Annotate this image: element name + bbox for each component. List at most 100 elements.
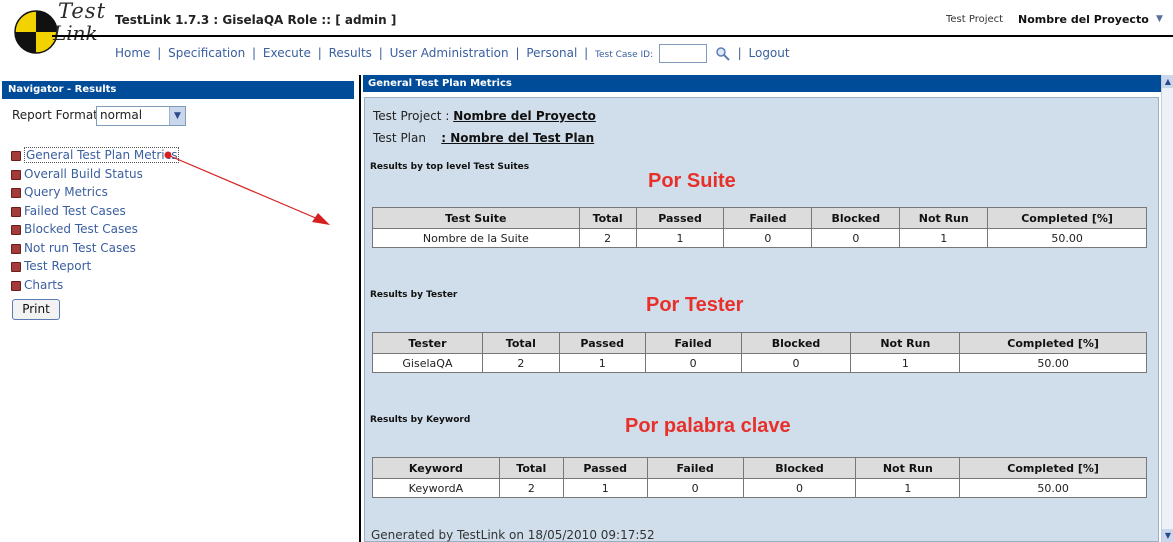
cell: 1 — [558, 353, 646, 373]
section-label-tester: Results by Tester — [370, 290, 458, 300]
cell: 1 — [855, 478, 961, 498]
header-divider — [52, 35, 1173, 37]
col-header: Blocked — [811, 207, 901, 229]
report-item-test-report[interactable]: Test Report — [11, 259, 179, 278]
report-item-charts[interactable]: Charts — [11, 278, 179, 297]
menu-user-administration[interactable]: User Administration — [390, 46, 509, 60]
col-header: Passed — [558, 332, 646, 354]
report-item-overall-build-status[interactable]: Overall Build Status — [11, 167, 179, 186]
generated-footer: Generated by TestLink on 18/05/2010 09:1… — [371, 528, 655, 542]
bullet-icon — [11, 151, 21, 161]
cell: 1 — [562, 478, 648, 498]
bullet-icon — [11, 188, 21, 198]
cell: 2 — [481, 353, 560, 373]
chevron-down-icon[interactable]: ▼ — [1156, 14, 1168, 28]
report-item-label: Blocked Test Cases — [24, 222, 138, 236]
table-header-row: Test Suite Total Passed Failed Blocked N… — [372, 207, 1147, 229]
report-item-not-run-test-cases[interactable]: Not run Test Cases — [11, 241, 179, 260]
report-format-label: Report Format — [12, 108, 98, 122]
col-header: Not Run — [899, 207, 989, 229]
col-header: Passed — [635, 207, 725, 229]
col-header: Not Run — [850, 332, 961, 354]
test-case-id-label: Test Case ID: — [595, 50, 654, 60]
cell: 0 — [740, 353, 852, 373]
report-item-label: Charts — [24, 277, 64, 292]
test-project-select[interactable]: Nombre del Proyecto — [1018, 13, 1149, 26]
table-header-row: Tester Total Passed Failed Blocked Not R… — [372, 332, 1147, 354]
test-case-id-input[interactable] — [658, 44, 707, 63]
cell: 0 — [646, 478, 744, 498]
table-row: GiselaQA 2 1 0 0 1 50.00 — [372, 353, 1147, 373]
col-header: Passed — [562, 457, 648, 479]
col-header: Failed — [644, 332, 742, 354]
col-header: Blocked — [742, 457, 857, 479]
menu-specification[interactable]: Specification — [168, 46, 245, 60]
section-label-keyword: Results by Keyword — [370, 415, 471, 425]
menu-personal[interactable]: Personal — [526, 46, 577, 60]
col-header: Completed [%] — [959, 332, 1147, 354]
search-icon[interactable] — [715, 46, 731, 62]
table-row: Nombre de la Suite 2 1 0 0 1 50.00 — [372, 228, 1147, 248]
col-header: Not Run — [855, 457, 961, 479]
menu-separator: | — [157, 46, 162, 60]
report-item-label: Test Report — [24, 259, 92, 273]
col-header: Tester — [372, 332, 483, 354]
testlink-logo[interactable]: Test Link — [8, 0, 113, 64]
cell: GiselaQA — [372, 353, 483, 373]
cell: 0 — [644, 353, 742, 373]
content-title: General Test Plan Metrics — [363, 75, 1161, 92]
report-item-label: Overall Build Status — [24, 166, 143, 181]
col-header: Failed — [723, 207, 813, 229]
cell: 50.00 — [959, 353, 1147, 373]
report-item-label: General Test Plan Metrics — [24, 147, 180, 163]
col-header: Total — [481, 332, 560, 354]
menu-separator: | — [584, 46, 589, 60]
scroll-down-icon[interactable]: ▼ — [1162, 529, 1173, 542]
test-project-row: Test Project : Nombre del Proyecto — [373, 109, 596, 123]
test-plan-row: Test Plan : Nombre del Test Plan — [373, 131, 594, 145]
cell: 0 — [742, 478, 857, 498]
table-tester-results: Tester Total Passed Failed Blocked Not R… — [372, 332, 1147, 373]
bullet-icon — [11, 225, 21, 235]
cell: 1 — [850, 353, 961, 373]
bullet-icon — [11, 280, 21, 291]
menu-results[interactable]: Results — [329, 46, 372, 60]
vertical-scrollbar[interactable]: ▲ ▼ — [1161, 75, 1173, 542]
col-header: Completed [%] — [959, 457, 1147, 479]
report-item-query-metrics[interactable]: Query Metrics — [11, 185, 179, 204]
logo-text-test: Test — [58, 0, 107, 23]
menu-execute[interactable]: Execute — [263, 46, 311, 60]
cell: 1 — [635, 228, 725, 248]
menu-separator: | — [378, 46, 383, 60]
report-format-select[interactable]: normal ▼ — [96, 106, 186, 126]
test-plan-value: : Nombre del Test Plan — [441, 131, 595, 145]
bullet-icon — [11, 206, 21, 217]
report-item-blocked-test-cases[interactable]: Blocked Test Cases — [11, 222, 179, 241]
table-suite-results: Test Suite Total Passed Failed Blocked N… — [372, 207, 1147, 248]
menu-separator: | — [515, 46, 520, 60]
scroll-up-icon[interactable]: ▲ — [1162, 75, 1173, 88]
menu-separator: | — [737, 46, 742, 60]
col-header: Keyword — [372, 457, 500, 479]
cell: 2 — [578, 228, 637, 248]
report-item-general-test-plan-metrics[interactable]: General Test Plan Metrics — [11, 147, 180, 167]
menu-separator: | — [317, 46, 322, 60]
main-menu: Home | Specification | Execute | Results… — [115, 44, 790, 66]
col-header: Completed [%] — [987, 207, 1147, 229]
report-item-label: Not run Test Cases — [24, 240, 136, 255]
table-keyword-results: Keyword Total Passed Failed Blocked Not … — [372, 457, 1147, 498]
menu-home[interactable]: Home — [115, 46, 150, 60]
col-header: Total — [578, 207, 637, 229]
print-button[interactable]: Print — [12, 299, 60, 320]
report-item-failed-test-cases[interactable]: Failed Test Cases — [11, 204, 179, 223]
menu-logout[interactable]: Logout — [749, 46, 790, 60]
annotation-por-suite: Por Suite — [648, 170, 736, 192]
cell: 50.00 — [959, 478, 1147, 498]
app-title: TestLink 1.7.3 : GiselaQA Role :: [ admi… — [115, 13, 397, 27]
table-header-row: Keyword Total Passed Failed Blocked Not … — [372, 457, 1147, 479]
report-format-value: normal — [100, 108, 143, 122]
chevron-down-icon[interactable]: ▼ — [169, 107, 185, 125]
cell: Nombre de la Suite — [372, 228, 580, 248]
test-project-label: Test Project — [946, 14, 1004, 25]
bullet-icon — [11, 262, 21, 272]
